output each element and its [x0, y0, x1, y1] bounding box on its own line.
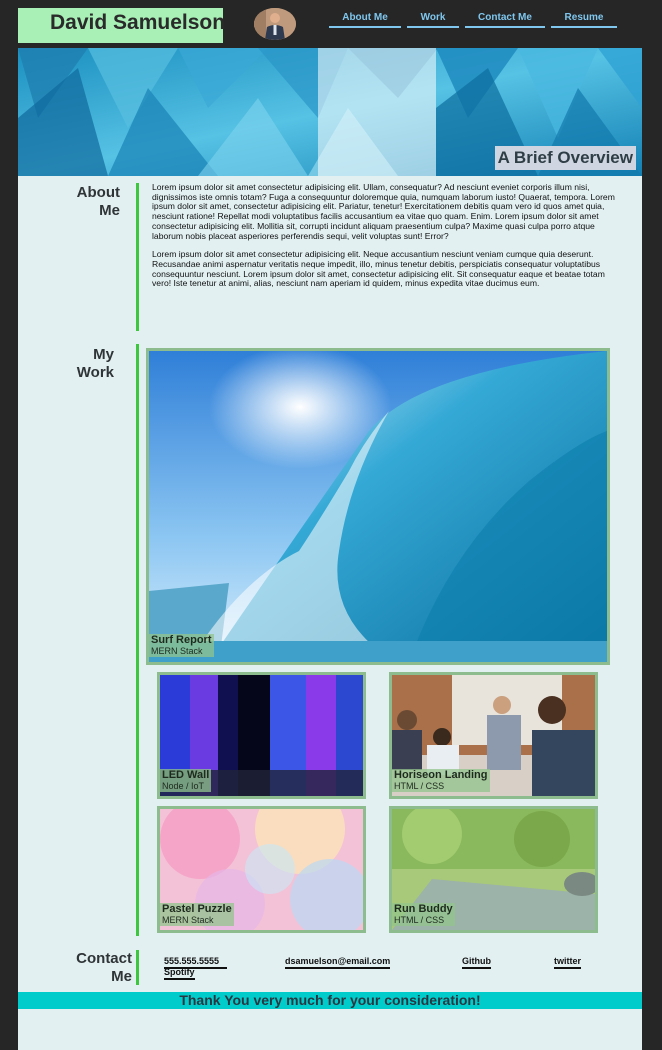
work-section-title: My Work	[58, 346, 114, 382]
project-stack: Node / IoT	[162, 781, 205, 791]
contact-accent-bar	[136, 950, 139, 985]
work-title-line2: Work	[76, 364, 114, 381]
project-caption: Pastel Puzzle MERN Stack	[160, 903, 234, 926]
about-text: Lorem ipsum dolor sit amet consectetur a…	[152, 182, 622, 298]
project-card-horiseon-landing[interactable]: Horiseon Landing HTML / CSS	[389, 672, 598, 799]
right-margin	[642, 0, 662, 1050]
work-title-line1: My	[93, 346, 114, 363]
nav-work[interactable]: Work	[407, 12, 459, 28]
project-caption: Surf Report MERN Stack	[149, 634, 214, 657]
phone-link[interactable]: 555.555.5555	[164, 956, 219, 967]
about-title-line2: Me	[99, 202, 120, 219]
project-title: Horiseon Landing	[394, 769, 488, 781]
site-name: David Samuelson	[50, 11, 226, 34]
project-title: Pastel Puzzle	[162, 903, 232, 915]
project-card-led-wall[interactable]: LED Wall Node / IoT	[157, 672, 366, 799]
project-title: Run Buddy	[394, 903, 453, 915]
project-stack: MERN Stack	[162, 915, 214, 925]
nav-resume[interactable]: Resume	[551, 12, 617, 28]
project-title: Surf Report	[151, 634, 212, 646]
contact-section-title: Contact Me	[58, 950, 132, 986]
about-paragraph-2: Lorem ipsum dolor sit amet consectetur a…	[152, 249, 605, 289]
left-margin	[0, 0, 18, 1050]
contact-title-line2: Me	[111, 968, 132, 985]
footer-banner: Thank You very much for your considerati…	[18, 992, 642, 1009]
project-stack: HTML / CSS	[394, 781, 445, 791]
phone-underline	[164, 967, 227, 969]
avatar	[254, 8, 296, 40]
about-section-title: About Me	[58, 184, 120, 220]
project-caption: Run Buddy HTML / CSS	[392, 903, 455, 926]
project-caption: LED Wall Node / IoT	[160, 769, 212, 792]
project-stack: HTML / CSS	[394, 915, 445, 925]
hero-banner: A Brief Overview	[18, 48, 642, 176]
project-title: LED Wall	[162, 769, 210, 781]
project-card-pastel-puzzle[interactable]: Pastel Puzzle MERN Stack	[157, 806, 366, 933]
about-title-line1: About	[76, 184, 120, 201]
wave-image	[149, 351, 607, 662]
contact-title-line1: Contact	[76, 950, 132, 967]
github-link[interactable]: Github	[462, 956, 491, 969]
work-accent-bar	[136, 344, 139, 936]
name-badge: David Samuelson	[18, 8, 226, 43]
email-link[interactable]: dsamuelson@email.com	[285, 956, 391, 969]
project-stack: MERN Stack	[151, 646, 203, 656]
about-accent-bar	[136, 183, 139, 331]
about-paragraph-1: Lorem ipsum dolor sit amet consectetur a…	[152, 182, 615, 241]
twitter-link[interactable]: twitter	[554, 956, 581, 969]
nav-contact-me[interactable]: Contact Me	[465, 12, 545, 28]
nav-about-me[interactable]: About Me	[329, 12, 401, 28]
site-header: David Samuelson About Me Work Contact Me…	[18, 0, 642, 48]
project-card-run-buddy[interactable]: Run Buddy HTML / CSS	[389, 806, 598, 933]
project-caption: Horiseon Landing HTML / CSS	[392, 769, 490, 792]
page: David Samuelson About Me Work Contact Me…	[18, 0, 642, 1050]
hero-overlay-title: A Brief Overview	[494, 146, 636, 170]
project-card-surf-report[interactable]: Surf Report MERN Stack	[146, 348, 610, 665]
